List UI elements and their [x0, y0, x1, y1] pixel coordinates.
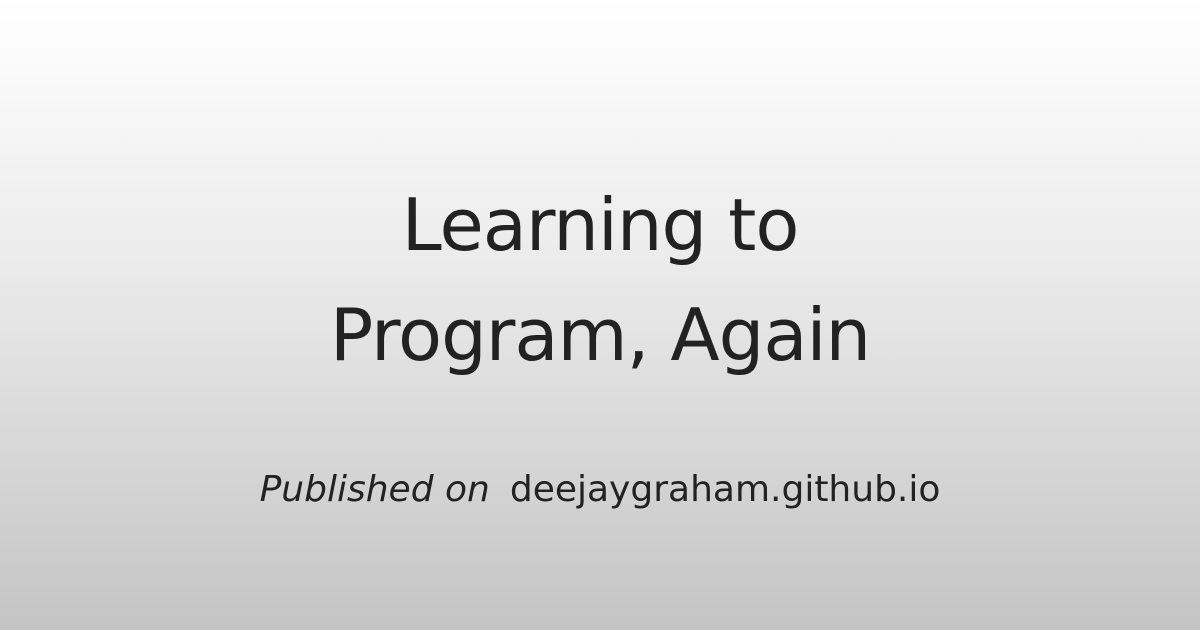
page-title: Learning to Program, Again [100, 170, 1100, 390]
byline: Published on deejaygraham.github.io [260, 468, 941, 512]
title-line-1: Learning to [401, 183, 800, 267]
social-card: Learning to Program, Again Published on … [0, 0, 1200, 630]
title-line-2: Program, Again [329, 293, 871, 377]
site-domain: deejaygraham.github.io [509, 469, 941, 511]
byline-prefix: Published on [259, 469, 490, 511]
